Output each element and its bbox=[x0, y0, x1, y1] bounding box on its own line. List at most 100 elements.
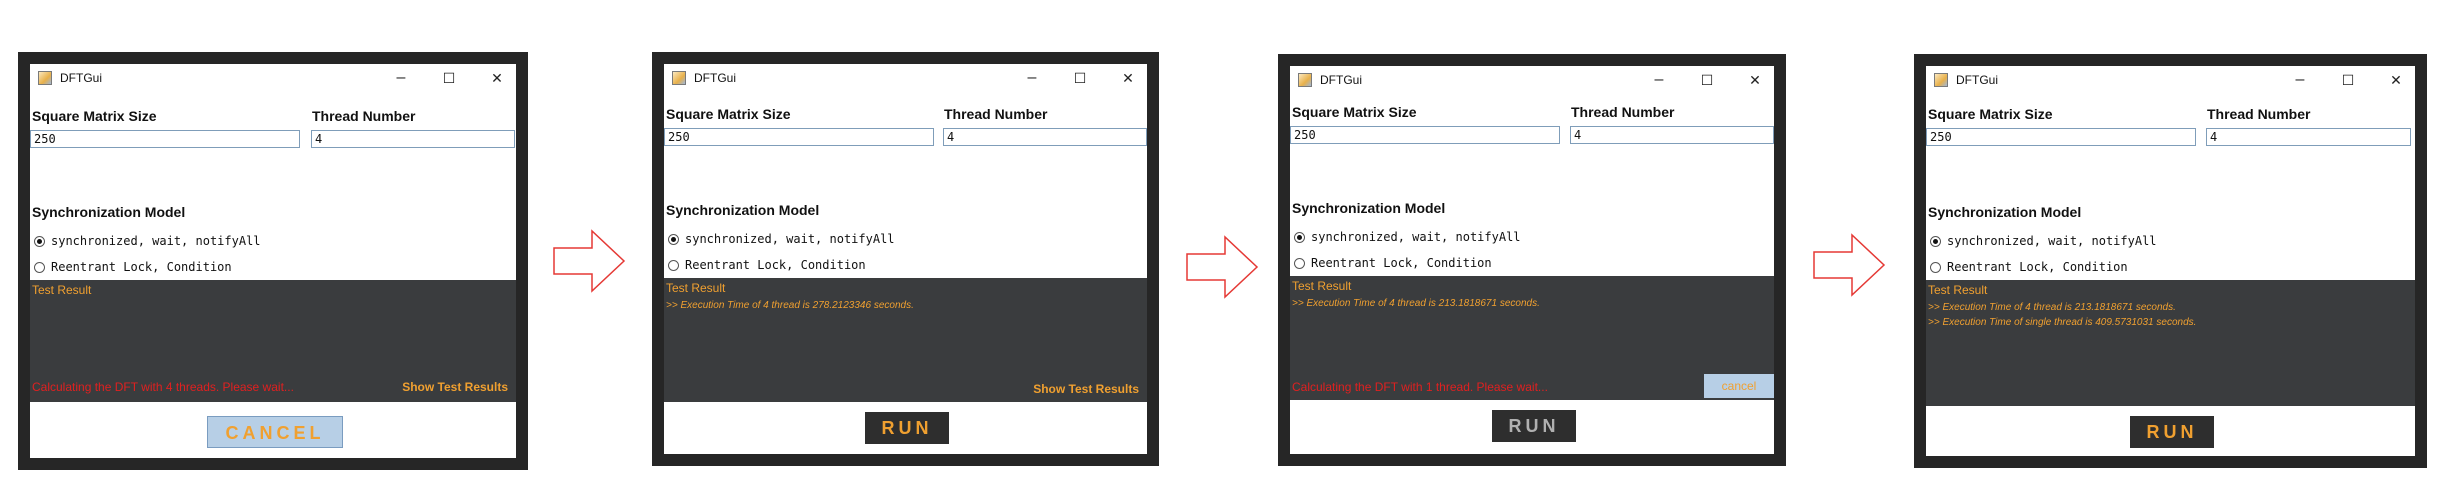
minimize-button[interactable]: – bbox=[1021, 67, 1043, 89]
radio-selected-icon bbox=[1930, 235, 1941, 247]
thread-number-label: Thread Number bbox=[312, 108, 416, 124]
window-content: DFTGui – ☐ ✕ Square Matrix Size Thread N… bbox=[1290, 66, 1774, 454]
log-line: >> Execution Time of single thread is 40… bbox=[1928, 317, 2197, 328]
test-result-panel: Test Result Calculating the DFT with 4 t… bbox=[30, 280, 516, 402]
radio-reentrant[interactable]: Reentrant Lock, Condition bbox=[668, 258, 866, 272]
thread-number-input[interactable]: 4 bbox=[2206, 128, 2411, 146]
dftgui-window-step-2: DFTGui – ☐ ✕ Square Matrix Size Thread N… bbox=[652, 52, 1159, 466]
radio-synchronized[interactable]: synchronized, wait, notifyAll bbox=[1294, 230, 1521, 244]
cancel-button[interactable]: CANCEL bbox=[207, 416, 343, 448]
title-bar: DFTGui – ☐ ✕ bbox=[30, 64, 516, 92]
minimize-button[interactable]: – bbox=[2289, 69, 2311, 91]
sync-model-label: Synchronization Model bbox=[1292, 200, 1446, 216]
radio-reentrant-label: Reentrant Lock, Condition bbox=[685, 258, 866, 272]
matrix-size-label: Square Matrix Size bbox=[666, 106, 791, 122]
maximize-button[interactable]: ☐ bbox=[2337, 69, 2359, 91]
radio-selected-icon bbox=[34, 235, 45, 247]
next-step-arrow-icon bbox=[553, 229, 626, 293]
matrix-size-label: Square Matrix Size bbox=[32, 108, 157, 124]
dftgui-window-step-4: DFTGui – ☐ ✕ Square Matrix Size Thread N… bbox=[1914, 54, 2427, 468]
window-content: DFTGui – ☐ ✕ Square Matrix Size Thread N… bbox=[30, 64, 516, 458]
thread-number-label: Thread Number bbox=[944, 106, 1048, 122]
run-button[interactable]: RUN bbox=[1492, 410, 1576, 442]
maximize-button[interactable]: ☐ bbox=[438, 67, 460, 89]
thread-number-label: Thread Number bbox=[1571, 104, 1675, 120]
test-result-panel: Test Result >> Execution Time of 4 threa… bbox=[1926, 280, 2415, 406]
title-bar: DFTGui – ☐ ✕ bbox=[664, 64, 1147, 92]
maximize-button[interactable]: ☐ bbox=[1069, 67, 1091, 89]
radio-synchronized[interactable]: synchronized, wait, notifyAll bbox=[1930, 234, 2157, 248]
matrix-size-label: Square Matrix Size bbox=[1292, 104, 1417, 120]
status-message: Calculating the DFT with 4 threads. Plea… bbox=[32, 380, 294, 394]
radio-reentrant-label: Reentrant Lock, Condition bbox=[51, 260, 232, 274]
matrix-size-label: Square Matrix Size bbox=[1928, 106, 2053, 122]
run-button[interactable]: RUN bbox=[2130, 416, 2214, 448]
small-cancel-button[interactable]: cancel bbox=[1704, 374, 1774, 398]
java-app-icon bbox=[672, 71, 686, 85]
close-button[interactable]: ✕ bbox=[1744, 69, 1766, 91]
radio-synchronized-label: synchronized, wait, notifyAll bbox=[51, 234, 261, 248]
radio-reentrant-label: Reentrant Lock, Condition bbox=[1947, 260, 2128, 274]
thread-number-input[interactable]: 4 bbox=[1570, 126, 1774, 144]
radio-synchronized-label: synchronized, wait, notifyAll bbox=[1311, 230, 1521, 244]
radio-unselected-icon bbox=[1930, 261, 1941, 273]
window-content: DFTGui – ☐ ✕ Square Matrix Size Thread N… bbox=[1926, 66, 2415, 456]
radio-synchronized-label: synchronized, wait, notifyAll bbox=[1947, 234, 2157, 248]
window-title: DFTGui bbox=[694, 71, 736, 85]
log-line: >> Execution Time of 4 thread is 278.212… bbox=[666, 300, 914, 311]
test-result-title: Test Result bbox=[1928, 283, 1988, 297]
test-result-title: Test Result bbox=[666, 281, 726, 295]
radio-reentrant[interactable]: Reentrant Lock, Condition bbox=[1930, 260, 2128, 274]
thread-number-input[interactable]: 4 bbox=[311, 130, 515, 148]
test-result-title: Test Result bbox=[1292, 279, 1352, 293]
radio-reentrant[interactable]: Reentrant Lock, Condition bbox=[34, 260, 232, 274]
matrix-size-input[interactable]: 250 bbox=[1290, 126, 1560, 144]
maximize-button[interactable]: ☐ bbox=[1696, 69, 1718, 91]
java-app-icon bbox=[1298, 73, 1312, 87]
status-message: Calculating the DFT with 1 thread. Pleas… bbox=[1292, 380, 1548, 394]
dftgui-window-step-1: DFTGui – ☐ ✕ Square Matrix Size Thread N… bbox=[18, 52, 528, 470]
radio-unselected-icon bbox=[668, 259, 679, 271]
radio-reentrant[interactable]: Reentrant Lock, Condition bbox=[1294, 256, 1492, 270]
close-button[interactable]: ✕ bbox=[486, 67, 508, 89]
java-app-icon bbox=[38, 71, 52, 85]
radio-unselected-icon bbox=[1294, 257, 1305, 269]
matrix-size-input[interactable]: 250 bbox=[1926, 128, 2196, 146]
java-app-icon bbox=[1934, 73, 1948, 87]
radio-synchronized-label: synchronized, wait, notifyAll bbox=[685, 232, 895, 246]
test-result-title: Test Result bbox=[32, 283, 92, 297]
minimize-button[interactable]: – bbox=[390, 67, 412, 89]
minimize-button[interactable]: – bbox=[1648, 69, 1670, 91]
radio-reentrant-label: Reentrant Lock, Condition bbox=[1311, 256, 1492, 270]
window-title: DFTGui bbox=[1956, 73, 1998, 87]
test-result-panel: Test Result >> Execution Time of 4 threa… bbox=[664, 278, 1147, 402]
radio-selected-icon bbox=[1294, 231, 1305, 243]
title-bar: DFTGui – ☐ ✕ bbox=[1290, 66, 1774, 94]
window-title: DFTGui bbox=[60, 71, 102, 85]
radio-synchronized[interactable]: synchronized, wait, notifyAll bbox=[34, 234, 261, 248]
radio-selected-icon bbox=[668, 233, 679, 245]
sync-model-label: Synchronization Model bbox=[666, 202, 820, 218]
window-title: DFTGui bbox=[1320, 73, 1362, 87]
matrix-size-input[interactable]: 250 bbox=[664, 128, 934, 146]
show-test-results-button[interactable]: Show Test Results bbox=[402, 380, 508, 394]
next-step-arrow-icon bbox=[1186, 235, 1259, 299]
close-button[interactable]: ✕ bbox=[1117, 67, 1139, 89]
radio-synchronized[interactable]: synchronized, wait, notifyAll bbox=[668, 232, 895, 246]
dftgui-window-step-3: DFTGui – ☐ ✕ Square Matrix Size Thread N… bbox=[1278, 54, 1786, 466]
run-button[interactable]: RUN bbox=[865, 412, 949, 444]
close-button[interactable]: ✕ bbox=[2385, 69, 2407, 91]
thread-number-input[interactable]: 4 bbox=[943, 128, 1147, 146]
thread-number-label: Thread Number bbox=[2207, 106, 2311, 122]
matrix-size-input[interactable]: 250 bbox=[30, 130, 300, 148]
window-content: DFTGui – ☐ ✕ Square Matrix Size Thread N… bbox=[664, 64, 1147, 454]
next-step-arrow-icon bbox=[1813, 233, 1886, 297]
radio-unselected-icon bbox=[34, 261, 45, 273]
title-bar: DFTGui – ☐ ✕ bbox=[1926, 66, 2415, 94]
log-line: >> Execution Time of 4 thread is 213.181… bbox=[1928, 302, 2176, 313]
sync-model-label: Synchronization Model bbox=[32, 204, 186, 220]
log-line: >> Execution Time of 4 thread is 213.181… bbox=[1292, 298, 1540, 309]
sync-model-label: Synchronization Model bbox=[1928, 204, 2082, 220]
test-result-panel: Test Result >> Execution Time of 4 threa… bbox=[1290, 276, 1774, 400]
show-test-results-button[interactable]: Show Test Results bbox=[1033, 382, 1139, 396]
